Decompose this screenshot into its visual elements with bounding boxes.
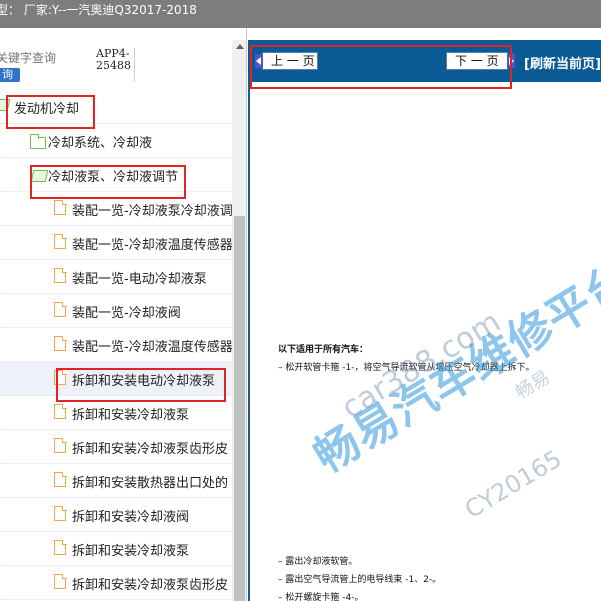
tree-item-cooling-system[interactable]: 冷却系统、冷却液 xyxy=(0,124,232,158)
arrow-right-icon xyxy=(507,54,515,68)
tree-item-doc[interactable]: 拆卸和安装冷却液泵 xyxy=(0,396,232,430)
divider xyxy=(134,48,135,82)
tree-item-label: 拆卸和安装冷却液泵 xyxy=(72,544,190,559)
tree-item-label: 拆卸和安装冷却液泵齿形皮 xyxy=(72,578,229,593)
tree-item-label: 装配一览-电动冷却液泵 xyxy=(72,272,207,287)
page-toolbar: 上 一 页 下 一 页 [刷新当前页] xyxy=(248,40,601,82)
pane-border xyxy=(248,82,250,601)
arrow-left-icon xyxy=(255,54,263,68)
doc-step: – 露出空气导流管上的电导线束 -1、2-。 xyxy=(278,575,442,585)
tree-item-label: 拆卸和安装冷却液泵齿形皮 xyxy=(72,442,229,457)
document-icon xyxy=(54,267,67,283)
tree-item-label: 发动机冷却 xyxy=(14,102,80,117)
tree-item-label: 冷却系统、冷却液 xyxy=(48,136,153,151)
prev-page-label: 上 一 页 xyxy=(271,54,315,68)
tree-item-doc[interactable]: 装配一览-电动冷却液泵 xyxy=(0,260,232,294)
folder-icon xyxy=(29,134,46,149)
tree-item-doc[interactable]: 拆卸和安装冷却液泵齿形皮 xyxy=(0,430,232,464)
search-button[interactable]: 询 xyxy=(0,68,20,82)
folder-open-icon xyxy=(0,99,11,111)
search-area: 询 APP4- 25488 xyxy=(0,28,246,90)
search-input[interactable] xyxy=(0,48,66,68)
document-icon xyxy=(54,573,67,589)
tree-item-label: 装配一览-冷却液温度传感器 xyxy=(72,340,232,355)
tree-item-label: 拆卸和安装散热器出口处的 xyxy=(72,476,229,491)
tree-item-doc[interactable]: 拆卸和安装冷却液泵齿形皮 xyxy=(0,566,232,600)
tree-item-doc[interactable]: 装配一览-冷却液阀 xyxy=(0,294,232,328)
tree-scrollbar[interactable] xyxy=(232,40,246,601)
scrollbar-thumb[interactable] xyxy=(234,216,245,601)
document-icon xyxy=(54,403,67,419)
tree-item-doc[interactable]: 装配一览-冷却液温度传感器 xyxy=(0,328,232,362)
tree-item-engine-cooling[interactable]: 发动机冷却 xyxy=(0,90,232,124)
tree-item-label: 装配一览-冷却液阀 xyxy=(72,306,181,321)
tree-item-label: 拆卸和安装电动冷却液泵 xyxy=(72,374,216,389)
window-title: 型： 厂家:Y--一汽奥迪Q32017-2018 xyxy=(0,3,197,17)
folder-open-icon xyxy=(30,170,49,182)
tree-item-label: 装配一览-冷却液温度传感器 xyxy=(72,238,232,253)
tree-item-label: 拆卸和安装冷却液阀 xyxy=(72,510,190,525)
document-icon xyxy=(54,301,67,317)
document-icon xyxy=(54,505,67,521)
doc-step: – 松开软管卡箍 -1-，将空气导流软管从增压空气冷却器上拆下。 xyxy=(278,363,535,373)
next-page-button[interactable]: 下 一 页 xyxy=(446,52,515,70)
doc-step: – 露出冷却液软管。 xyxy=(278,557,358,567)
document-icon xyxy=(54,199,67,215)
document-pane: 上 一 页 下 一 页 [刷新当前页] 以下适用于所有汽车： – 松开软管卡箍 … xyxy=(248,40,601,601)
tree-item-label: 拆卸和安装冷却液泵 xyxy=(72,408,190,423)
prev-page-button[interactable]: 上 一 页 xyxy=(255,52,318,70)
document-icon xyxy=(54,539,67,555)
navigation-pane: 询 APP4- 25488 发动机冷却 冷却系统、冷却液 冷却液泵、冷却液调节 … xyxy=(0,28,247,601)
scroll-up-arrow-icon[interactable] xyxy=(236,44,244,49)
next-page-label: 下 一 页 xyxy=(455,54,499,68)
refresh-page-link[interactable]: [刷新当前页] xyxy=(524,53,601,72)
tree-item-doc[interactable]: 拆卸和安装冷却液泵 xyxy=(0,532,232,566)
tree-item-coolant-pump[interactable]: 冷却液泵、冷却液调节 xyxy=(0,158,232,192)
tree-item-label: 装配一览-冷却液泵冷却液调 xyxy=(72,204,232,219)
document-icon xyxy=(54,335,67,351)
tree-item-doc-selected[interactable]: 拆卸和安装电动冷却液泵 xyxy=(0,362,232,396)
document-icon xyxy=(54,471,67,487)
tree-item-doc[interactable]: 拆卸和安装散热器出口处的 xyxy=(0,464,232,498)
tree-item-doc[interactable]: 装配一览-冷却液泵冷却液调 xyxy=(0,192,232,226)
doc-heading: 以下适用于所有汽车： xyxy=(278,345,369,355)
tree-item-doc[interactable]: 装配一览-冷却液温度传感器 xyxy=(0,226,232,260)
document-icon xyxy=(54,233,67,249)
tree-item-label: 冷却液泵、冷却液调节 xyxy=(48,170,179,185)
window-title-bar: 型： 厂家:Y--一汽奥迪Q32017-2018 xyxy=(0,0,601,28)
document-icon xyxy=(54,369,67,385)
tree-item-doc[interactable]: 拆卸和安装冷却液阀 xyxy=(0,498,232,532)
doc-step: – 松开螺旋卡箍 -4-。 xyxy=(278,593,364,601)
document-icon xyxy=(54,437,67,453)
